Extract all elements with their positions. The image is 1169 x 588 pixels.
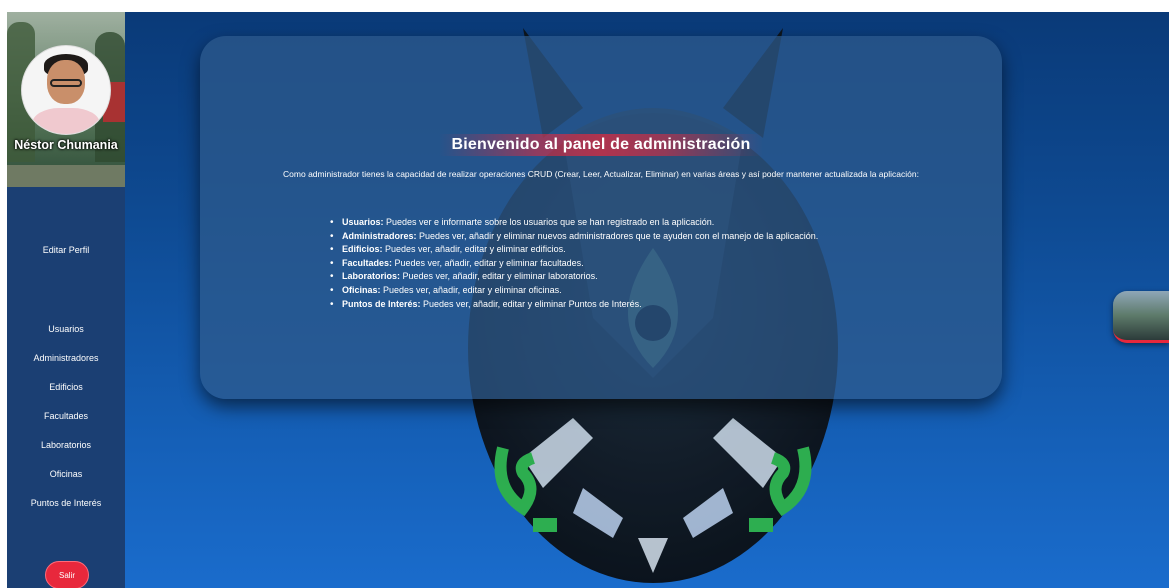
list-item: Facultades: Puedes ver, añadir, editar y… <box>330 257 818 271</box>
background-ground <box>7 165 125 187</box>
list-item: Laboratorios: Puedes ver, añadir, editar… <box>330 270 818 284</box>
avatar-shirt <box>32 108 100 134</box>
list-item: Puntos de Interés: Puedes ver, añadir, e… <box>330 298 818 312</box>
campus-thumbnail-icon[interactable] <box>1113 291 1169 343</box>
feature-name: Administradores: <box>342 230 417 241</box>
logout-button[interactable]: Salir <box>45 561 89 588</box>
sidebar-item-facultades[interactable]: Facultades <box>7 411 125 421</box>
feature-name: Edificios: <box>342 244 383 255</box>
sidebar-item-usuarios[interactable]: Usuarios <box>7 324 125 334</box>
list-item: Usuarios: Puedes ver e informarte sobre … <box>330 216 818 230</box>
edit-profile-link[interactable]: Editar Perfil <box>7 245 125 255</box>
feature-desc: Puedes ver e informarte sobre los usuari… <box>383 217 715 227</box>
feature-name: Oficinas: <box>342 284 381 295</box>
feature-name: Puntos de Interés: <box>342 298 421 309</box>
avatar-glasses <box>50 79 82 87</box>
features-list: Usuarios: Puedes ver e informarte sobre … <box>330 216 818 311</box>
title-wrapper: Bienvenido al panel de administración <box>200 134 1002 156</box>
sidebar-item-administradores[interactable]: Administradores <box>7 353 125 363</box>
feature-desc: Puedes ver, añadir, editar y eliminar fa… <box>392 257 584 268</box>
feature-desc: Puedes ver, añadir, editar y eliminar ed… <box>382 244 566 255</box>
app-viewport: Néstor Chumania Editar Perfil Usuarios A… <box>7 12 1169 588</box>
feature-name: Laboratorios: <box>342 271 401 282</box>
feature-desc: Puedes ver, añadir, editar y eliminar la… <box>400 271 598 282</box>
sidebar-item-laboratorios[interactable]: Laboratorios <box>7 440 125 450</box>
feature-name: Usuarios: <box>342 217 384 227</box>
sidebar-item-puntos-de-interes[interactable]: Puntos de Interés <box>7 498 125 508</box>
profile-name: Néstor Chumania <box>14 138 118 152</box>
sidebar: Néstor Chumania Editar Perfil Usuarios A… <box>7 12 125 588</box>
feature-desc: Puedes ver, añadir, editar y eliminar Pu… <box>420 298 642 309</box>
profile-header: Néstor Chumania <box>7 12 125 187</box>
welcome-card: Bienvenido al panel de administración Co… <box>200 36 1002 399</box>
feature-desc: Puedes ver, añadir, editar y eliminar of… <box>380 284 562 295</box>
sidebar-item-edificios[interactable]: Edificios <box>7 382 125 392</box>
list-item: Edificios: Puedes ver, añadir, editar y … <box>330 243 818 257</box>
avatar <box>22 46 110 134</box>
feature-name: Facultades: <box>342 257 393 268</box>
intro-text: Como administrador tienes la capacidad d… <box>283 169 919 179</box>
page-title: Bienvenido al panel de administración <box>439 134 763 156</box>
sidebar-item-oficinas[interactable]: Oficinas <box>7 469 125 479</box>
list-item: Administradores: Puedes ver, añadir y el… <box>330 230 818 244</box>
list-item: Oficinas: Puedes ver, añadir, editar y e… <box>330 284 818 298</box>
feature-desc: Puedes ver, añadir y eliminar nuevos adm… <box>416 230 819 241</box>
